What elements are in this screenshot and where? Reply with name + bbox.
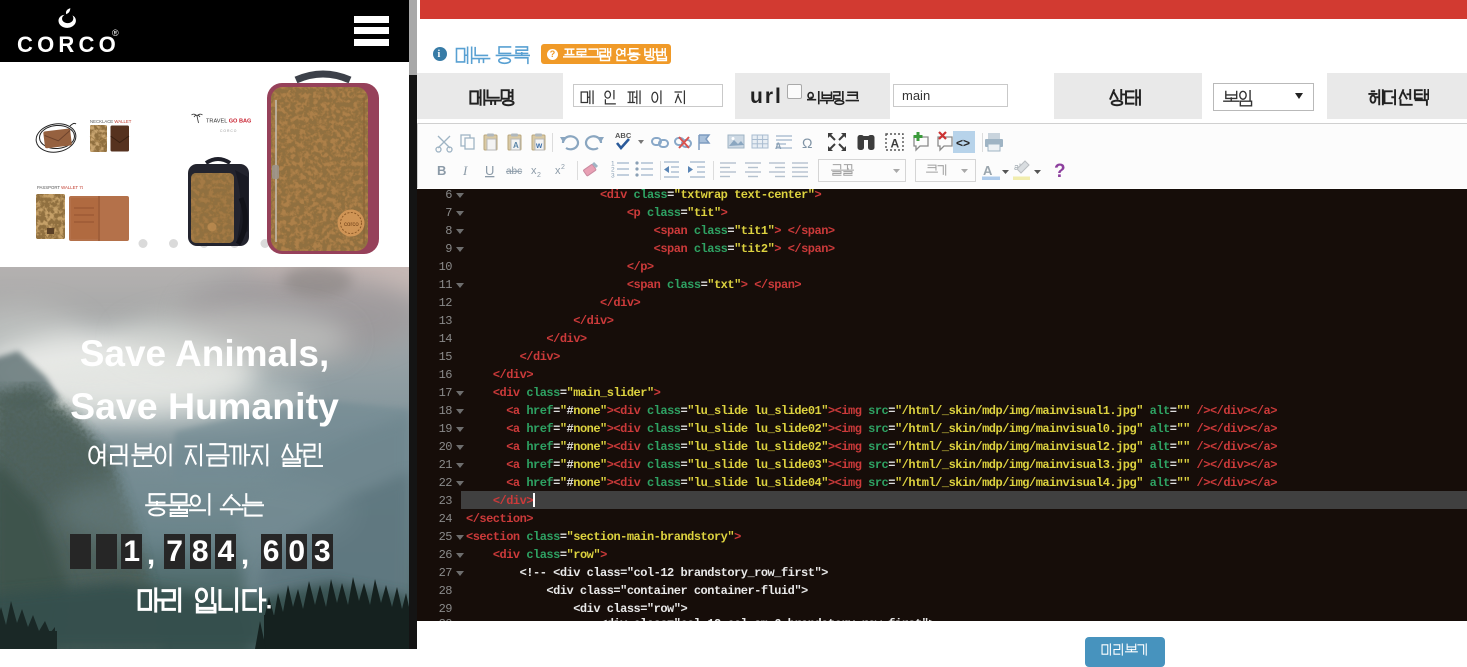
- svg-text:w: w: [535, 141, 543, 150]
- svg-text:2: 2: [537, 172, 541, 179]
- svg-text:A: A: [891, 137, 900, 151]
- svg-text:2: 2: [561, 164, 565, 171]
- svg-text:NECKLACE WALLET: NECKLACE WALLET: [90, 119, 132, 124]
- svg-text:3: 3: [611, 173, 615, 180]
- svg-text:Ω: Ω: [802, 135, 812, 151]
- svg-text:TRAVEL GO BAG: TRAVEL GO BAG: [206, 119, 251, 125]
- svg-text:corco: corco: [344, 222, 359, 228]
- svg-text:A: A: [513, 141, 519, 150]
- svg-text:A: A: [983, 163, 993, 178]
- svg-text:.: .: [266, 587, 273, 613]
- svg-text:B: B: [437, 163, 446, 178]
- svg-text:I: I: [462, 163, 468, 178]
- svg-text:<>: <>: [956, 136, 970, 150]
- svg-text:PASSPORT WALLET 7t: PASSPORT WALLET 7t: [37, 185, 84, 190]
- svg-text:A: A: [775, 141, 782, 151]
- svg-text:U: U: [485, 163, 494, 178]
- svg-text:abc: abc: [506, 166, 522, 177]
- svg-text:C O R C O: C O R C O: [220, 129, 237, 133]
- svg-text:ABC: ABC: [615, 131, 632, 140]
- svg-text:?: ?: [1054, 161, 1066, 182]
